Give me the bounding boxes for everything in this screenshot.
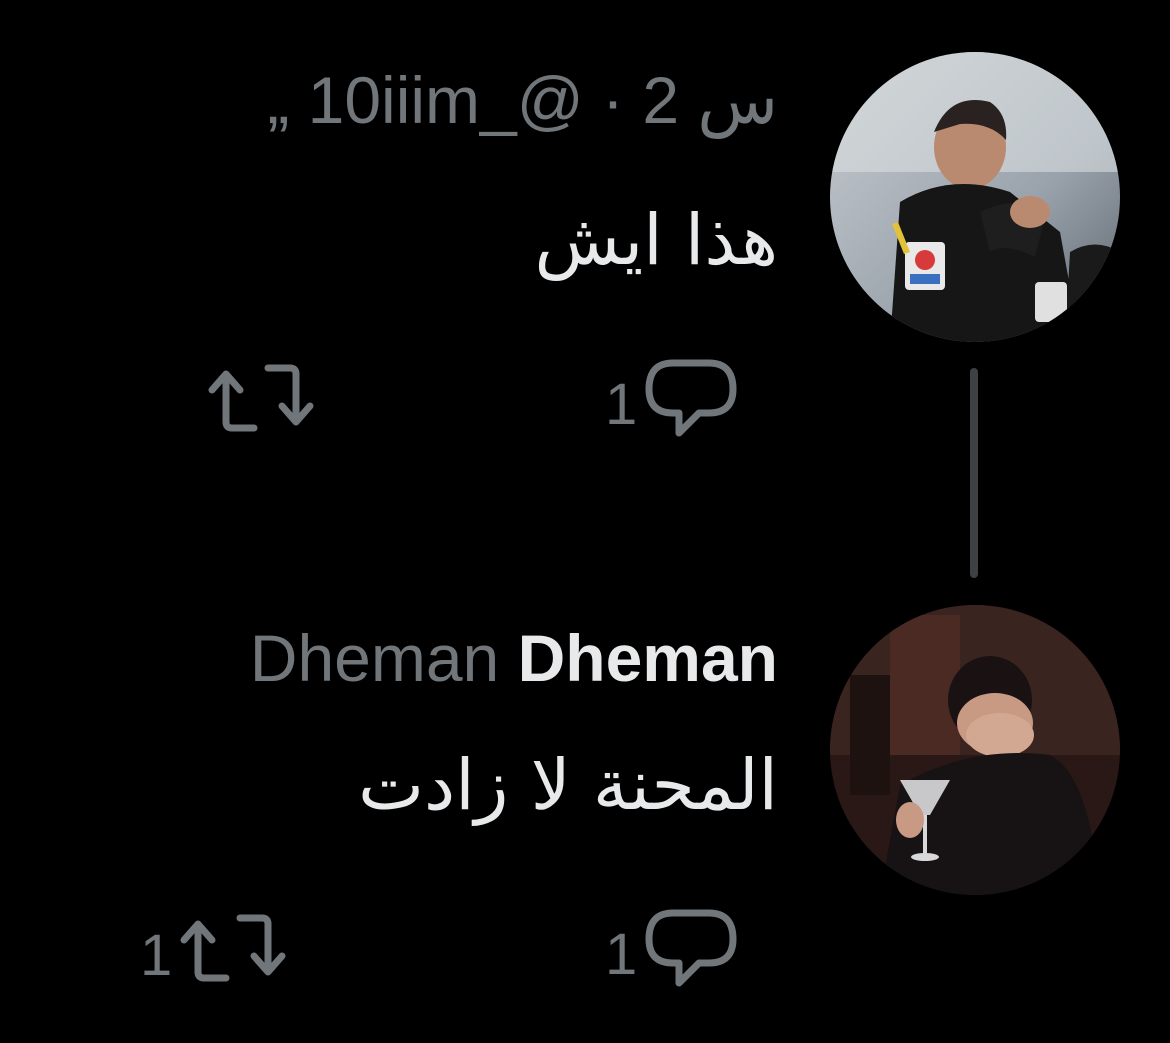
avatar[interactable] [830, 605, 1120, 895]
reply-icon [643, 355, 739, 455]
tweet-body: المحنة لا زادت [358, 744, 778, 826]
avatar[interactable] [830, 52, 1120, 342]
display-name-bold[interactable]: Dheman [518, 621, 778, 695]
reply-count: 1 [605, 922, 638, 987]
retweet-icon [206, 360, 316, 452]
tweet-header: „ 10iiim_@ · 2 س [267, 60, 778, 140]
retweet-count: 1 [140, 923, 173, 988]
tweet-header-text: „ 10iiim_@ · 2 س [267, 63, 778, 137]
reply-count: 1 [605, 372, 638, 437]
retweet-button[interactable] [200, 360, 316, 452]
reply-button[interactable]: 1 [605, 905, 739, 1005]
tweet-1[interactable]: „ 10iiim_@ · 2 س هذا ايش 1 [0, 0, 1170, 560]
retweet-button[interactable]: 1 [140, 910, 288, 1002]
tweet-header: Dheman Dheman [250, 618, 778, 698]
reply-button[interactable]: 1 [605, 355, 739, 455]
person-facepalm-avatar-image [830, 605, 1120, 895]
display-name[interactable]: Dheman [250, 621, 499, 695]
soccer-player-avatar-image [830, 52, 1120, 342]
retweet-icon [178, 910, 288, 1002]
tweet-body: هذا ايش [534, 199, 778, 281]
tweet-2[interactable]: Dheman Dheman المحنة لا زادت 1 1 [0, 560, 1170, 1043]
reply-icon [643, 905, 739, 1005]
